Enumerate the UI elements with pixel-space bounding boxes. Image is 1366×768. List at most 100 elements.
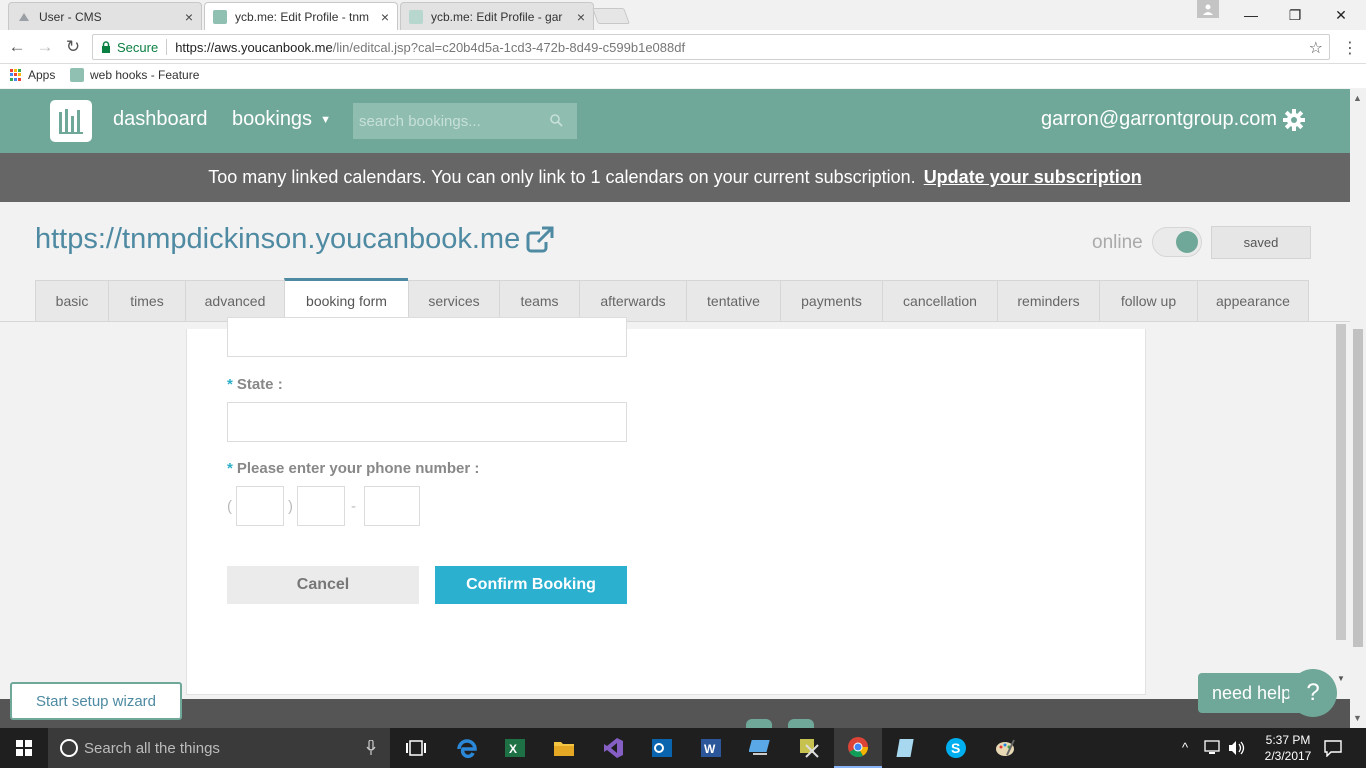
online-label: online xyxy=(1092,232,1143,253)
browser-tab-label: User - CMS xyxy=(39,9,102,24)
taskbar-search-box[interactable]: Search all the things xyxy=(48,728,390,768)
forward-arrow-icon[interactable]: → xyxy=(34,36,56,58)
tab-afterwards[interactable]: afterwards xyxy=(579,280,686,322)
browser-tab-label: ycb.me: Edit Profile - tnm xyxy=(235,9,370,24)
tab-cancellation[interactable]: cancellation xyxy=(882,280,997,322)
tab-appearance[interactable]: appearance xyxy=(1197,280,1309,322)
close-tab-icon[interactable]: × xyxy=(577,9,585,25)
remote-desktop-icon[interactable] xyxy=(736,728,784,768)
svg-text:X: X xyxy=(509,742,517,756)
page-footer xyxy=(0,699,1350,728)
phone-prefix-input[interactable] xyxy=(297,486,345,526)
caret-down-icon: ▼ xyxy=(320,113,331,126)
profile-url-link[interactable]: https://tnmpdickinson.youcanbook.me xyxy=(35,223,520,256)
browser-tab-edit-profile-tnm[interactable]: ycb.me: Edit Profile - tnm × xyxy=(204,2,398,30)
skype-icon[interactable]: S xyxy=(932,728,980,768)
address-bar[interactable]: Secure https://aws.youcanbook.me /lin/ed… xyxy=(92,34,1330,60)
state-input[interactable] xyxy=(227,402,627,442)
network-icon[interactable] xyxy=(1204,740,1222,759)
content-scrollbar-thumb[interactable] xyxy=(1336,324,1346,640)
phone-area-code-input[interactable] xyxy=(236,486,284,526)
phone-label: * Please enter your phone number : xyxy=(227,460,479,477)
tab-basic[interactable]: basic xyxy=(35,280,108,322)
tab-payments[interactable]: payments xyxy=(780,280,882,322)
online-toggle[interactable] xyxy=(1152,227,1202,257)
excel-icon[interactable]: X xyxy=(491,728,539,768)
cancel-button[interactable]: Cancel xyxy=(227,566,419,604)
browser-tab-edit-profile-gar[interactable]: ycb.me: Edit Profile - gar × xyxy=(400,2,594,30)
browser-menu-icon[interactable]: ⋮ xyxy=(1342,38,1358,58)
visual-studio-icon[interactable] xyxy=(589,728,637,768)
nav-bookings-dropdown[interactable]: bookings ▼ xyxy=(232,108,331,131)
close-tab-icon[interactable]: × xyxy=(381,9,389,25)
bookmark-web-hooks[interactable]: web hooks - Feature xyxy=(70,68,199,82)
phone-number-group: ( ) - xyxy=(227,486,420,526)
ycb-logo-icon[interactable] xyxy=(50,100,92,142)
bookmark-label: web hooks - Feature xyxy=(90,68,200,82)
scroll-down-arrow-icon[interactable]: ▼ xyxy=(1337,674,1345,683)
minimize-button[interactable]: — xyxy=(1228,0,1274,30)
bookmark-apps[interactable]: Apps xyxy=(10,68,55,82)
chrome-icon[interactable] xyxy=(834,728,882,768)
word-icon[interactable]: W xyxy=(687,728,735,768)
back-arrow-icon[interactable]: ← xyxy=(6,36,28,58)
tab-follow-up[interactable]: follow up xyxy=(1099,280,1197,322)
tray-overflow-icon[interactable]: ^ xyxy=(1182,740,1188,755)
tools-app-icon[interactable] xyxy=(785,728,833,768)
windows-start-icon[interactable] xyxy=(0,728,48,768)
scroll-down-arrow-icon[interactable]: ▼ xyxy=(1353,713,1362,723)
reload-icon[interactable]: ↻ xyxy=(62,36,84,58)
phone-line-input[interactable] xyxy=(364,486,420,526)
tab-advanced[interactable]: advanced xyxy=(185,280,284,322)
url-path: /lin/editcal.jsp?cal=c20b4d5a-1cd3-472b-… xyxy=(332,39,686,55)
microphone-icon[interactable] xyxy=(366,740,376,756)
system-clock[interactable]: 5:37 PM 2/3/2017 xyxy=(1260,732,1316,764)
subscription-warning-banner: Too many linked calendars. You can only … xyxy=(0,153,1350,202)
previous-field-input[interactable] xyxy=(227,317,627,357)
tab-teams[interactable]: teams xyxy=(499,280,579,322)
gear-icon[interactable] xyxy=(1283,109,1305,131)
browser-tab-user-cms[interactable]: User - CMS × xyxy=(8,2,202,30)
confirm-booking-button[interactable]: Confirm Booking xyxy=(435,566,627,604)
saved-button[interactable]: saved xyxy=(1211,226,1311,259)
content-scrollbar[interactable]: ▼ xyxy=(1334,322,1350,728)
address-divider xyxy=(166,39,168,55)
close-window-button[interactable]: ✕ xyxy=(1318,0,1364,30)
action-center-icon[interactable] xyxy=(1324,739,1342,760)
account-email-link[interactable]: garron@garrontgroup.com xyxy=(1041,108,1277,131)
help-question-icon: ? xyxy=(1289,669,1337,717)
need-help-widget[interactable]: need help ? xyxy=(1198,669,1338,717)
edge-browser-icon[interactable] xyxy=(443,728,491,768)
secure-label: Secure xyxy=(117,39,159,55)
tab-services[interactable]: services xyxy=(408,280,499,322)
search-icon[interactable] xyxy=(550,114,563,127)
tab-reminders[interactable]: reminders xyxy=(997,280,1099,322)
task-view-icon[interactable] xyxy=(392,728,440,768)
phone-label-text: Please enter your phone number : xyxy=(236,460,480,477)
nav-dashboard-link[interactable]: dashboard xyxy=(113,108,208,131)
close-tab-icon[interactable]: × xyxy=(185,9,193,25)
ycb-favicon-icon xyxy=(70,68,84,82)
file-explorer-icon[interactable] xyxy=(540,728,588,768)
update-subscription-link[interactable]: Update your subscription xyxy=(924,167,1142,188)
scroll-up-arrow-icon[interactable]: ▲ xyxy=(1353,93,1362,103)
volume-icon[interactable] xyxy=(1228,740,1246,759)
new-tab-button[interactable] xyxy=(592,8,630,24)
start-setup-wizard-button[interactable]: Start setup wizard xyxy=(10,682,182,720)
state-label: * State : xyxy=(227,376,283,393)
paint-icon[interactable] xyxy=(981,728,1029,768)
tab-booking-form[interactable]: booking form xyxy=(284,278,408,322)
tab-times[interactable]: times xyxy=(108,280,185,322)
maximize-button[interactable]: ❐ xyxy=(1272,0,1318,30)
browser-scrollbar[interactable]: ▲ ▼ xyxy=(1350,89,1366,728)
external-link-icon[interactable] xyxy=(526,226,555,254)
bookmark-star-icon[interactable]: ☆ xyxy=(1309,38,1323,58)
notepad-icon[interactable] xyxy=(883,728,931,768)
lock-icon xyxy=(102,41,110,53)
tab-tentative[interactable]: tentative xyxy=(686,280,780,322)
outlook-icon[interactable] xyxy=(638,728,686,768)
browser-toolbar: ← → ↻ Secure https://aws.youcanbook.me /… xyxy=(0,30,1366,64)
profile-person-icon[interactable] xyxy=(1197,0,1219,18)
search-bookings-input[interactable] xyxy=(353,103,577,139)
browser-scrollbar-thumb[interactable] xyxy=(1353,329,1363,647)
